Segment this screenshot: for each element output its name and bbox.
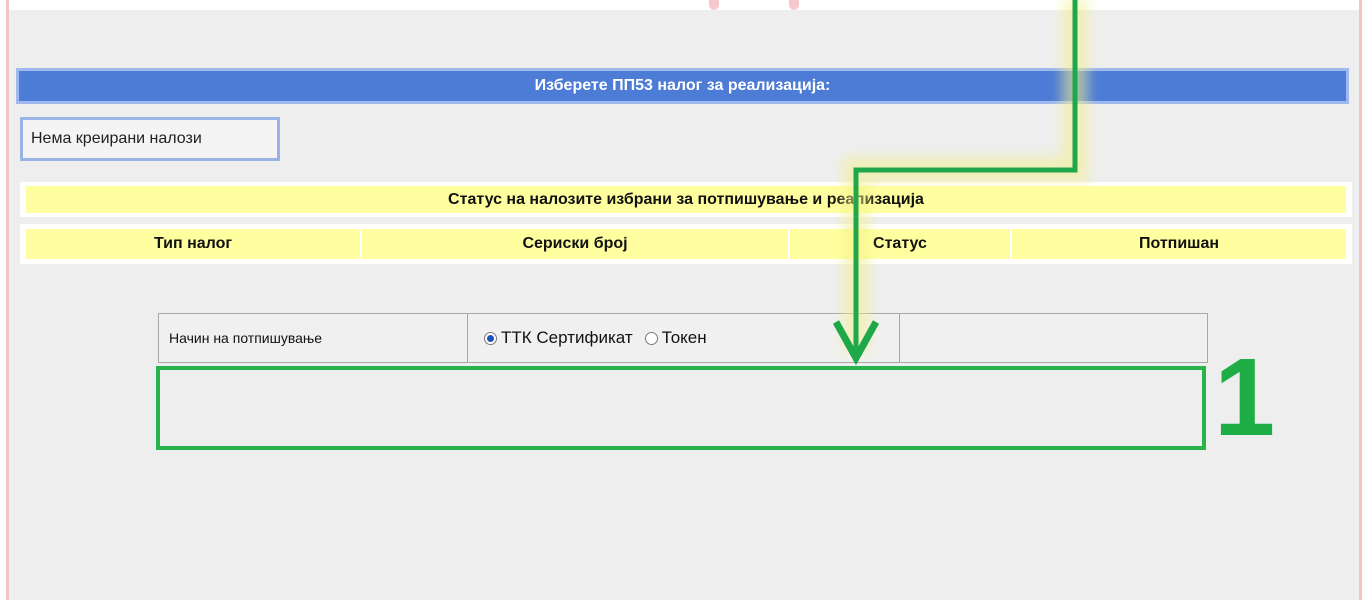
annotation-arrow-icon — [832, 0, 1088, 366]
